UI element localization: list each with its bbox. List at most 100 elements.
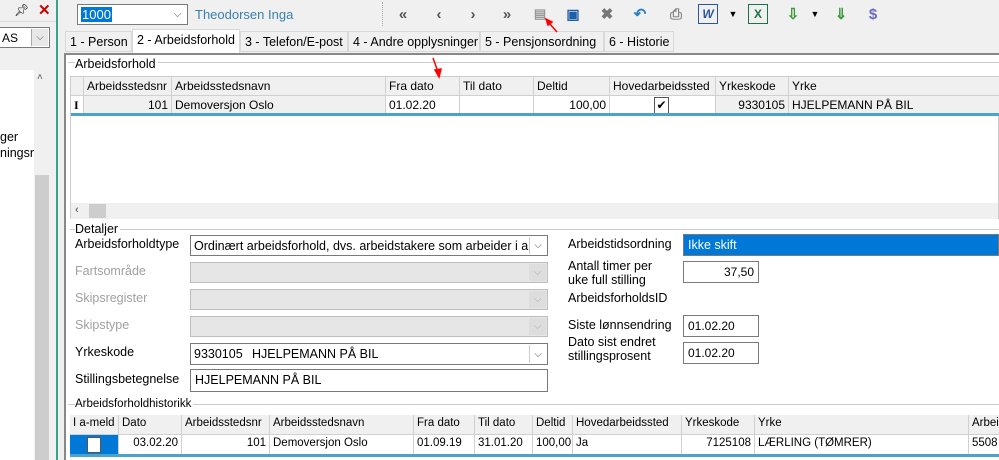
cell-fra-dato[interactable]: 01.09.19	[414, 435, 475, 454]
cell-dato[interactable]: 03.02.20	[119, 435, 182, 454]
column-header[interactable]: I a-meld	[70, 415, 119, 434]
chevron-down-icon[interactable]: ⌵	[169, 6, 186, 23]
dato-sist-endret-input[interactable]: 01.02.20	[683, 342, 759, 364]
print-icon[interactable]: ⎙	[665, 3, 687, 25]
chevron-up-icon[interactable]: ˄	[37, 72, 43, 83]
column-header[interactable]: Arbeidsstedsnr	[182, 415, 270, 434]
arbeidsforholdtype-combo[interactable]: Ordinært arbeidsforhold, dvs. arbeidstak…	[190, 235, 548, 256]
tab-person[interactable]: 1 - Person	[65, 31, 132, 52]
tab-arbeidsforhold[interactable]: 2 - Arbeidsforhold	[132, 29, 240, 53]
dropdown-icon[interactable]: ▼	[722, 3, 744, 25]
cell-i-a-meld	[70, 435, 119, 454]
table-row[interactable]: I 101 Demoversjon Oslo 01.02.20 100,00 ✔…	[71, 96, 999, 116]
cell-hovedarbeidssted: ✔	[610, 96, 716, 113]
cell-deltid[interactable]: 100,00	[533, 435, 573, 454]
list-item[interactable]: ger	[0, 130, 18, 144]
tab-telefon-epost[interactable]: 3 - Telefon/E-post	[240, 31, 348, 52]
cell-arbei[interactable]: 5508	[969, 435, 999, 454]
cell-arbeidsstedsnr[interactable]: 101	[84, 96, 172, 113]
cell-til-dato[interactable]: 31.01.20	[475, 435, 533, 454]
pin-icon[interactable]: 📌︎	[14, 3, 29, 17]
first-record-icon[interactable]: «	[392, 3, 414, 25]
left-panel-header: 📌︎ ✕	[0, 0, 56, 22]
list-item[interactable]: ningsr	[0, 146, 34, 160]
historikk-title: Arbeidsforholdhistorikk	[75, 398, 194, 410]
left-combo-value: AS	[2, 30, 19, 45]
yrkeskode-code: 9330105	[194, 347, 243, 361]
siste-lonnsendring-input[interactable]: 01.02.20	[683, 315, 759, 337]
arbeidstidsordning-combo[interactable]: Ikke skift	[683, 234, 999, 256]
cell-deltid[interactable]: 100,00	[534, 96, 610, 113]
column-header[interactable]: Deltid	[534, 77, 610, 95]
employee-name: Theodorsen Inga	[195, 7, 294, 22]
column-header[interactable]: Yrke	[755, 415, 969, 434]
next-record-icon[interactable]: ›	[462, 3, 484, 25]
chevron-down-icon[interactable]: ⌵	[529, 237, 546, 254]
panel-divider[interactable]	[56, 0, 62, 460]
employee-number-combo[interactable]: 1000 ⌵	[77, 4, 188, 25]
column-header[interactable]: Til dato	[475, 415, 533, 434]
download-icon[interactable]: ⇓	[830, 3, 852, 25]
column-header[interactable]: Yrkeskode	[716, 77, 789, 95]
cell-yrke[interactable]: LÆRLING (TØMRER)	[755, 435, 969, 454]
previous-record-icon[interactable]: ‹	[428, 3, 450, 25]
column-header[interactable]: Yrke	[789, 77, 999, 95]
excel-export-icon[interactable]: X	[748, 4, 768, 24]
tab-pensjonsordning[interactable]: 5 - Pensjonsordning	[480, 31, 604, 52]
scrollbar-thumb[interactable]	[35, 175, 49, 460]
tab-historie[interactable]: 6 - Historie	[604, 31, 674, 52]
column-header[interactable]: Arbei	[969, 415, 999, 434]
import-icon[interactable]: ⇩	[782, 3, 804, 25]
stillingsbetegnelse-input[interactable]: HJELPEMANN PÅ BIL	[190, 369, 548, 392]
cell-yrke[interactable]: HJELPEMANN PÅ BIL	[789, 96, 999, 113]
grid-header: Arbeidsstedsnr Arbeidsstedsnavn Fra dato…	[71, 77, 999, 96]
horizontal-scrollbar[interactable]: ‹	[71, 203, 998, 219]
siste-lonnsendring-label: Siste lønnsendring	[568, 318, 672, 332]
dato-sist-endret-label: Dato sist endret	[568, 335, 656, 349]
column-header[interactable]: Hovedarbeidssted	[573, 415, 682, 434]
cell-arbeidsstedsnavn[interactable]: Demoversjon Oslo	[270, 435, 414, 454]
chevron-down-icon[interactable]: ⌵	[31, 29, 48, 46]
scrollbar-thumb[interactable]	[89, 204, 106, 218]
cell-yrkeskode[interactable]: 7125108	[682, 435, 755, 454]
new-document-icon[interactable]: ▤	[529, 3, 551, 25]
word-export-icon[interactable]: W	[698, 4, 718, 24]
tab-andre-opplysninger[interactable]: 4 - Andre opplysninger	[348, 31, 480, 52]
arbeidsforholdsid-label: ArbeidsforholdsID	[568, 291, 668, 305]
left-scrollbar[interactable]: ˄	[34, 70, 50, 460]
antall-timer-input[interactable]: 37,50	[683, 261, 759, 283]
table-row[interactable]: 03.02.20 101 Demoversjon Oslo 01.09.19 3…	[70, 435, 999, 457]
column-header[interactable]: Yrkeskode	[682, 415, 755, 434]
column-header[interactable]: Fra dato	[414, 415, 475, 434]
column-header[interactable]: Arbeidsstedsnavn	[270, 415, 414, 434]
save-icon[interactable]: ▣	[562, 3, 584, 25]
skipsregister-label: Skipsregister	[75, 291, 148, 305]
chevron-down-icon[interactable]: ⌵	[529, 345, 546, 363]
cell-arbeidsstedsnr[interactable]: 101	[182, 435, 270, 454]
i-a-meld-checkbox[interactable]	[87, 437, 101, 453]
cell-fra-dato[interactable]: 01.02.20	[386, 96, 460, 113]
column-header[interactable]: Deltid	[533, 415, 573, 434]
antall-timer-label: Antall timer per	[568, 259, 653, 273]
column-header[interactable]: Hovedarbeidssted	[610, 77, 716, 95]
dollar-icon[interactable]: $	[862, 3, 884, 25]
yrkeskode-combo[interactable]: 9330105 HJELPEMANN PÅ BIL ⌵	[190, 343, 548, 365]
column-header[interactable]: Arbeidsstedsnr	[84, 77, 172, 95]
column-header[interactable]: Arbeidsstedsnavn	[172, 77, 386, 95]
cell-til-dato[interactable]	[460, 96, 534, 113]
last-record-icon[interactable]: »	[496, 3, 518, 25]
cell-arbeidsstedsnavn[interactable]: Demoversjon Oslo	[172, 96, 386, 113]
delete-icon[interactable]: ✖	[596, 3, 618, 25]
cell-hovedarbeidssted[interactable]: Ja	[573, 435, 682, 454]
column-header[interactable]: Dato	[119, 415, 182, 434]
left-combo[interactable]: AS ⌵	[0, 27, 50, 48]
chevron-left-icon[interactable]: ‹	[75, 204, 79, 216]
column-header[interactable]: Til dato	[460, 77, 534, 95]
hovedarbeidssted-checkbox[interactable]: ✔	[654, 97, 669, 113]
column-header[interactable]: Fra dato	[386, 77, 460, 95]
dropdown-icon[interactable]: ▼	[804, 3, 826, 25]
close-icon[interactable]: ✕	[38, 1, 51, 19]
cell-yrkeskode[interactable]: 9330105	[716, 96, 789, 113]
historikk-frame	[68, 404, 999, 405]
undo-icon[interactable]: ↶	[629, 3, 651, 25]
